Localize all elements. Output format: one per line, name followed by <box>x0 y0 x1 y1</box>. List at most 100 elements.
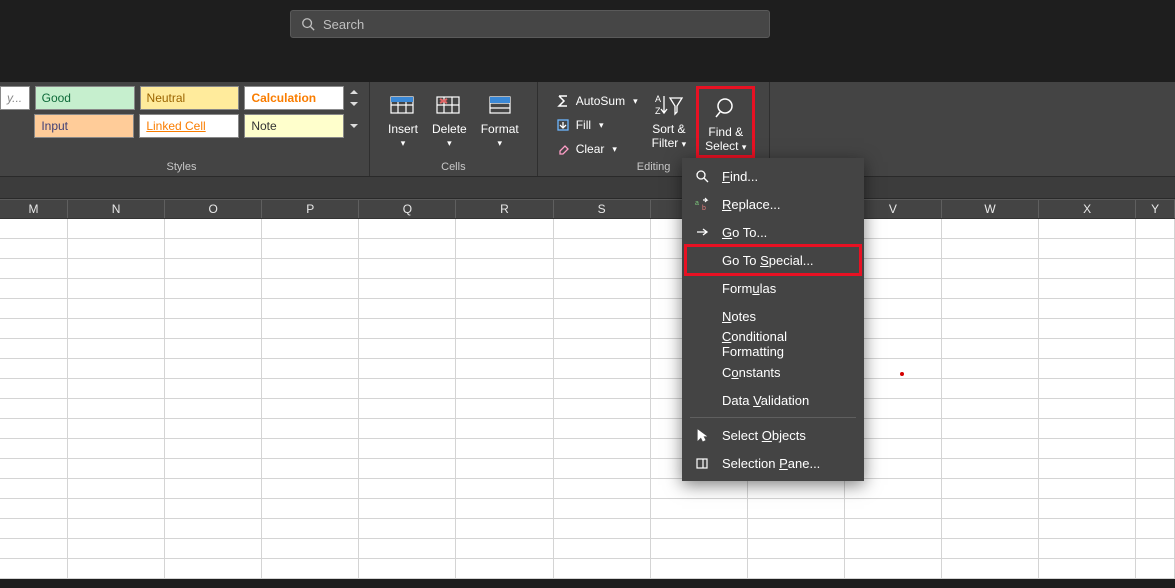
cell[interactable] <box>68 279 165 298</box>
cell[interactable] <box>1136 459 1175 478</box>
cell[interactable] <box>68 559 165 578</box>
cell[interactable] <box>359 479 456 498</box>
style-input[interactable]: Input <box>34 114 134 138</box>
menu-goto-special[interactable]: Go To Special... <box>686 246 860 274</box>
cell[interactable] <box>165 539 262 558</box>
cell[interactable] <box>359 399 456 418</box>
cell[interactable] <box>1136 339 1175 358</box>
cell[interactable] <box>748 539 845 558</box>
cell[interactable] <box>68 299 165 318</box>
cell[interactable] <box>651 479 748 498</box>
cell[interactable] <box>165 519 262 538</box>
cell[interactable] <box>0 439 68 458</box>
menu-data-validation[interactable]: Data Validation <box>682 386 864 414</box>
cell[interactable] <box>1136 519 1175 538</box>
cell[interactable] <box>942 559 1039 578</box>
column-header[interactable]: S <box>554 200 651 218</box>
cell[interactable] <box>1039 419 1136 438</box>
column-header[interactable]: P <box>262 200 359 218</box>
cell[interactable] <box>165 259 262 278</box>
column-header[interactable]: O <box>165 200 262 218</box>
cell[interactable] <box>359 459 456 478</box>
column-header[interactable]: M <box>0 200 68 218</box>
cell[interactable] <box>0 499 68 518</box>
cell[interactable] <box>1039 219 1136 238</box>
cell[interactable] <box>456 299 553 318</box>
cell[interactable] <box>554 279 651 298</box>
style-good[interactable]: Good <box>35 86 135 110</box>
cell[interactable] <box>554 359 651 378</box>
cell[interactable] <box>1039 479 1136 498</box>
cell[interactable] <box>359 439 456 458</box>
cell[interactable] <box>262 219 359 238</box>
cell[interactable] <box>359 419 456 438</box>
cell[interactable] <box>262 399 359 418</box>
cell[interactable] <box>1136 219 1175 238</box>
cell[interactable] <box>456 259 553 278</box>
cell[interactable] <box>68 359 165 378</box>
fill-button[interactable]: Fill▾ <box>552 116 642 134</box>
cell[interactable] <box>942 399 1039 418</box>
cell[interactable] <box>942 219 1039 238</box>
cell[interactable] <box>1136 299 1175 318</box>
cell[interactable] <box>0 299 68 318</box>
cell[interactable] <box>1039 539 1136 558</box>
cell[interactable] <box>1136 559 1175 578</box>
cell[interactable] <box>0 319 68 338</box>
cell[interactable] <box>554 479 651 498</box>
cell[interactable] <box>165 559 262 578</box>
cell[interactable] <box>942 519 1039 538</box>
sort-filter-button[interactable]: AZ Sort & Filter ▾ <box>648 86 691 152</box>
cell[interactable] <box>1136 399 1175 418</box>
cell[interactable] <box>0 359 68 378</box>
formula-bar[interactable] <box>0 177 1175 199</box>
cell[interactable] <box>456 219 553 238</box>
cell[interactable] <box>68 219 165 238</box>
cell[interactable] <box>68 319 165 338</box>
menu-notes[interactable]: Notes <box>682 302 864 330</box>
cell[interactable] <box>262 259 359 278</box>
cell[interactable] <box>942 459 1039 478</box>
cell[interactable] <box>1136 439 1175 458</box>
cell[interactable] <box>845 559 942 578</box>
cell[interactable] <box>1039 239 1136 258</box>
cell[interactable] <box>68 499 165 518</box>
cell[interactable] <box>554 539 651 558</box>
cell[interactable] <box>554 439 651 458</box>
cell[interactable] <box>845 519 942 538</box>
cell[interactable] <box>845 539 942 558</box>
cell[interactable] <box>359 319 456 338</box>
cell[interactable] <box>0 399 68 418</box>
cell[interactable] <box>165 219 262 238</box>
cell[interactable] <box>1039 319 1136 338</box>
column-header[interactable]: Q <box>359 200 456 218</box>
cell[interactable] <box>262 539 359 558</box>
cell[interactable] <box>262 339 359 358</box>
cell[interactable] <box>359 359 456 378</box>
menu-select-objects[interactable]: Select Objects <box>682 421 864 449</box>
cell[interactable] <box>262 439 359 458</box>
cell[interactable] <box>1039 359 1136 378</box>
style-normal-truncated[interactable]: y... <box>0 86 30 110</box>
cell[interactable] <box>1136 319 1175 338</box>
cell[interactable] <box>748 499 845 518</box>
cell[interactable] <box>165 279 262 298</box>
cell[interactable] <box>942 479 1039 498</box>
cell[interactable] <box>165 239 262 258</box>
cell[interactable] <box>1136 239 1175 258</box>
cell[interactable] <box>262 239 359 258</box>
cell[interactable] <box>554 259 651 278</box>
cell[interactable] <box>554 239 651 258</box>
cell[interactable] <box>456 439 553 458</box>
cell[interactable] <box>359 559 456 578</box>
cell[interactable] <box>165 419 262 438</box>
cell[interactable] <box>456 359 553 378</box>
menu-find[interactable]: Find... <box>682 162 864 190</box>
cell[interactable] <box>165 439 262 458</box>
cell[interactable] <box>554 299 651 318</box>
cell[interactable] <box>68 259 165 278</box>
cell[interactable] <box>554 379 651 398</box>
cell[interactable] <box>554 319 651 338</box>
cell[interactable] <box>0 379 68 398</box>
cell[interactable] <box>262 359 359 378</box>
